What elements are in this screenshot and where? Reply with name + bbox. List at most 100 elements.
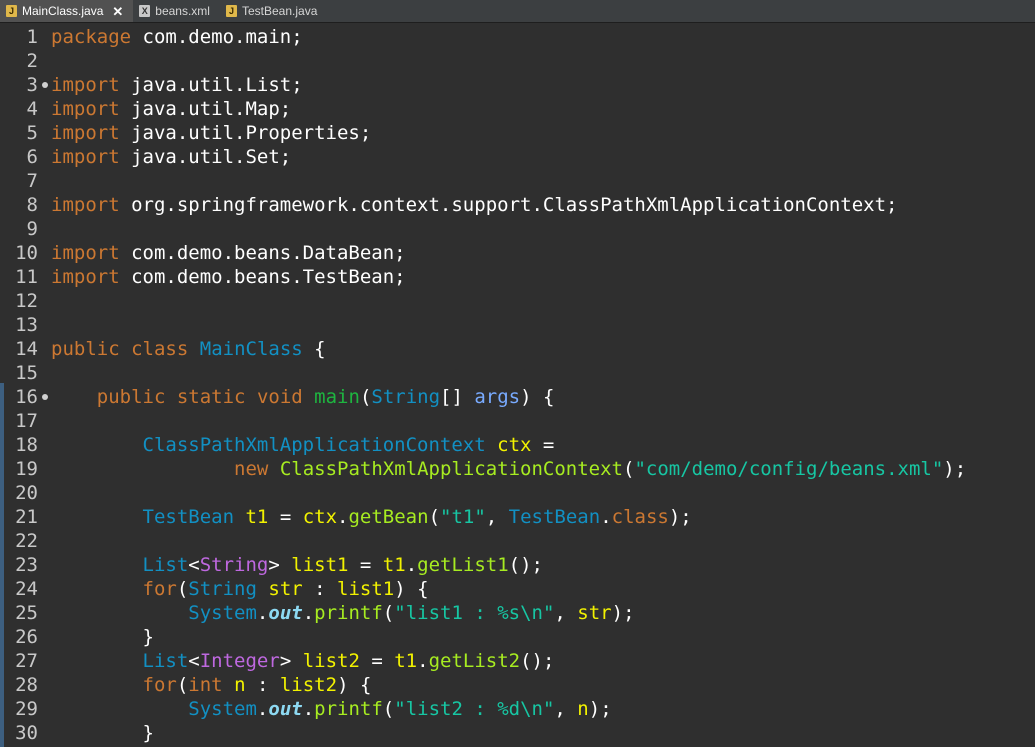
code-token: = (359, 650, 395, 672)
line-number: 5 (26, 122, 38, 144)
tab-testbean-java[interactable]: J TestBean.java (220, 0, 327, 22)
code-line[interactable]: 7 (0, 169, 1035, 193)
code-editor[interactable]: 1 package com.demo.main; 2 3 import java.uti… (0, 23, 1035, 747)
code-token: import (51, 194, 120, 216)
code-token: printf (314, 602, 383, 624)
code-text: System.out.printf("list1 : %s\n", str); (51, 601, 634, 625)
code-token: out (268, 698, 303, 720)
code-text: public static void main(String[] args) { (51, 385, 555, 409)
code-token: ) { (337, 674, 372, 696)
code-line[interactable]: 29 System.out.printf("list2 : %d\n", n); (0, 697, 1035, 721)
line-number: 14 (15, 338, 38, 360)
code-line[interactable]: 15 (0, 361, 1035, 385)
code-line[interactable]: 20 (0, 481, 1035, 505)
code-token: out (268, 602, 303, 624)
code-token: for (142, 578, 177, 600)
code-token: ); (588, 698, 612, 720)
line-number: 17 (15, 410, 38, 432)
code-token: [] (440, 386, 475, 408)
code-line[interactable]: 23 List<String> list1 = t1.getList1(); (0, 553, 1035, 577)
fold-toggle-icon[interactable] (42, 82, 48, 88)
code-line[interactable]: 9 (0, 217, 1035, 241)
tab-beans-xml[interactable]: Xbeans.xml (133, 0, 220, 22)
code-token: import (51, 122, 120, 144)
code-text: System.out.printf("list2 : %d\n", n); (51, 697, 612, 721)
code-token: ( (176, 674, 189, 696)
code-line[interactable]: 18 ClassPathXmlApplicationContext ctx = (0, 433, 1035, 457)
code-text: import java.util.Map; (51, 97, 291, 121)
code-line[interactable]: 11 import com.demo.beans.TestBean; (0, 265, 1035, 289)
code-line[interactable]: 16 public static void main(String[] args… (0, 385, 1035, 409)
code-token: : (302, 578, 338, 600)
code-token: n (234, 674, 246, 696)
code-line[interactable]: 5 import java.util.Properties; (0, 121, 1035, 145)
code-line[interactable]: 8 import org.springframework.context.supp… (0, 193, 1035, 217)
code-line[interactable]: 19 new ClassPathXmlApplicationContext("c… (0, 457, 1035, 481)
code-text: new ClassPathXmlApplicationContext("com/… (51, 457, 966, 481)
code-line[interactable]: 17 (0, 409, 1035, 433)
code-token: . (337, 506, 349, 528)
line-number: 13 (15, 314, 38, 336)
code-token: ( (382, 602, 395, 624)
code-line[interactable]: 12 (0, 289, 1035, 313)
tab-label: TestBean.java (241, 4, 318, 18)
code-line[interactable]: 25 System.out.printf("list1 : %s\n", str… (0, 601, 1035, 625)
code-token: list2 (302, 650, 360, 672)
code-token: = (348, 554, 383, 576)
code-line[interactable]: 13 (0, 313, 1035, 337)
code-token: > (268, 554, 292, 576)
line-number: 15 (15, 362, 38, 384)
code-token: com.demo.main; (131, 26, 303, 48)
line-number: 9 (26, 218, 38, 240)
code-line[interactable]: 3 import java.util.List; (0, 73, 1035, 97)
code-token: . (256, 698, 269, 720)
code-token: str (268, 578, 303, 600)
line-number: 22 (15, 530, 38, 552)
fold-toggle-icon[interactable] (42, 394, 48, 400)
code-token: > (279, 650, 303, 672)
code-token: . (302, 698, 315, 720)
code-token: , (554, 602, 578, 624)
code-line[interactable]: 21 TestBean t1 = ctx.getBean("t1", TestB… (0, 505, 1035, 529)
code-token: = (531, 434, 555, 456)
tab-label: MainClass.java (22, 4, 104, 18)
tab-mainclass-java[interactable]: J MainClass.java ✕ (0, 0, 134, 22)
code-token: < (188, 554, 200, 576)
code-token: . (417, 650, 429, 672)
code-token: ) { (520, 386, 555, 408)
line-number: 11 (15, 266, 38, 288)
code-line[interactable]: 1 package com.demo.main; (0, 25, 1035, 49)
close-icon[interactable]: ✕ (112, 5, 123, 18)
code-token: ( (359, 386, 372, 408)
code-line[interactable]: 22 (0, 529, 1035, 553)
code-token: args (474, 386, 521, 408)
code-line[interactable]: 24 for(String str : list1) { (0, 577, 1035, 601)
code-line[interactable]: 10 import com.demo.beans.DataBean; (0, 241, 1035, 265)
code-line[interactable]: 6 import java.util.Set; (0, 145, 1035, 169)
xml-file-icon: X (139, 5, 151, 17)
code-text: import java.util.Properties; (51, 121, 371, 145)
code-line[interactable]: 27 List<Integer> list2 = t1.getList2(); (0, 649, 1035, 673)
code-line[interactable]: 14 public class MainClass { (0, 337, 1035, 361)
code-token: ( (382, 698, 395, 720)
code-line[interactable]: 26 } (0, 625, 1035, 649)
line-number: 6 (26, 146, 38, 168)
code-line[interactable]: 2 (0, 49, 1035, 73)
code-line[interactable]: 28 for(int n : list2) { (0, 673, 1035, 697)
line-number: 16 (0, 385, 48, 409)
code-text: ClassPathXmlApplicationContext ctx = (51, 433, 555, 457)
line-number: 8 (26, 194, 38, 216)
code-line[interactable]: 4 import java.util.Map; (0, 97, 1035, 121)
code-token: t1 (394, 650, 418, 672)
code-token: ); (668, 506, 692, 528)
code-token: System (188, 602, 257, 624)
code-token: import (51, 146, 120, 168)
code-line[interactable]: 30 } (0, 721, 1035, 745)
code-text: import com.demo.beans.TestBean; (51, 265, 406, 289)
